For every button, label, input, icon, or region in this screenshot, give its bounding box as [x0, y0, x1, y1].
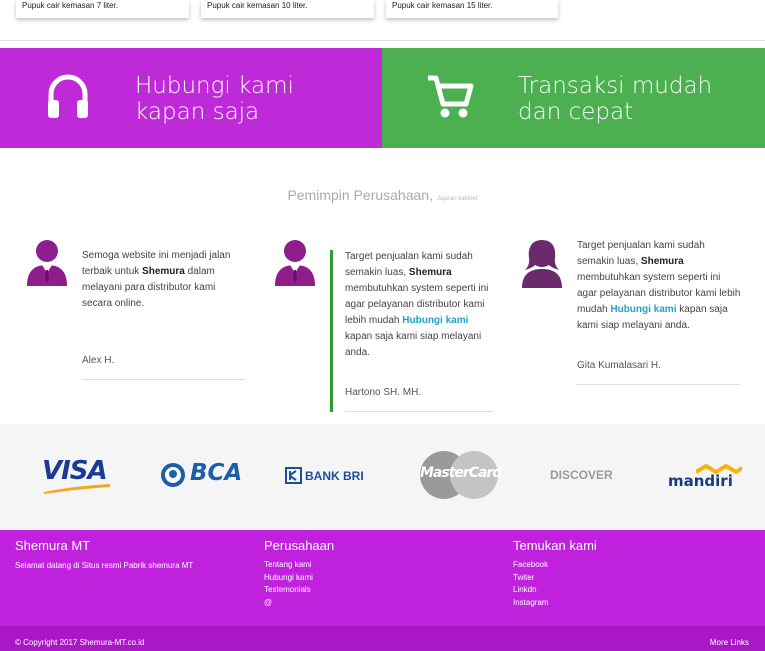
testimonial-author: Alex H.	[82, 355, 115, 366]
testimonial-hartono: Target penjualan kami sudah semakin luas…	[255, 230, 510, 415]
footer-link-linkedin[interactable]: Linkdn	[513, 584, 549, 597]
more-links[interactable]: More Links	[710, 638, 749, 647]
leaders-title: Pemimpin Perusahaan,	[287, 187, 433, 203]
footer-brand-title: Shemura MT	[15, 538, 91, 553]
product-desc: Pupuk cair kemasan 10 liter.	[207, 1, 308, 10]
testimonial-author: Hartono SH. MH.	[345, 387, 422, 398]
footer-link-at[interactable]: @	[264, 597, 313, 610]
contact-banner: Hubungi kami kapan saja	[0, 48, 382, 148]
leaders-heading: Pemimpin Perusahaan, Jajaran kabinet	[0, 187, 765, 203]
mastercard-logo: MasterCard	[418, 450, 502, 500]
contact-link[interactable]: Hubungi kami	[610, 304, 676, 315]
transaction-banner-text: Transaksi mudah dan cepat	[518, 73, 713, 125]
bca-logo: BCA	[160, 460, 242, 488]
divider	[345, 411, 493, 412]
contact-banner-text: Hubungi kami kapan saja	[135, 73, 294, 125]
avatar-male-icon	[275, 240, 315, 286]
leaders-subtitle: Jajaran kabinet	[436, 196, 478, 202]
product-card-15l[interactable]: Pupuk cair kemasan 15 liter.	[386, 0, 558, 18]
testimonial-quote: Target penjualan kami sudah semakin luas…	[577, 240, 741, 331]
testimonial-author: Gita Kumalasari H.	[577, 360, 661, 371]
avatar-male-icon	[27, 240, 67, 286]
bank-bri-logo: BANK BRI	[285, 467, 365, 485]
green-accent-bar	[330, 250, 333, 412]
testimonial-quote: Semoga website ini menjadi jalan terbaik…	[82, 250, 231, 309]
copyright-text: © Copyright 2017 Shemura-MT.co.id	[15, 638, 145, 647]
mandiri-logo: mandiri	[668, 464, 744, 490]
footer-company-links: Tentang kami Hubungi kami Testemonials @	[264, 559, 313, 609]
footer-company-title: Perusahaan	[264, 538, 335, 553]
copyright-bar: © Copyright 2017 Shemura-MT.co.id More L…	[0, 626, 765, 651]
divider	[577, 384, 740, 385]
footer-link-testimonials[interactable]: Testemonials	[264, 584, 313, 597]
testimonial-alex: Semoga website ini menjadi jalan terbaik…	[0, 230, 255, 390]
product-desc: Pupuk cair kemasan 7 liter.	[22, 1, 119, 10]
avatar-female-icon	[522, 240, 562, 288]
testimonial-gita: Target penjualan kami sudah semakin luas…	[510, 230, 765, 390]
product-card-10l[interactable]: Pupuk cair kemasan 10 liter.	[201, 0, 374, 18]
shopping-cart-icon	[428, 75, 474, 118]
footer-link-instagram[interactable]: Instagram	[513, 597, 549, 610]
footer-link-twitter[interactable]: Twiter	[513, 572, 549, 585]
discover-logo: DISCOVER	[550, 468, 613, 482]
visa-logo: VISA	[42, 456, 114, 496]
payment-logos: VISA BCA BANK BRI MasterCard DISCOVER ma…	[0, 424, 765, 530]
headphones-icon	[48, 74, 88, 118]
footer-social-title: Temukan kami	[513, 538, 597, 553]
divider	[82, 379, 245, 380]
product-strip: Pupuk cair kemasan 7 liter. Pupuk cair k…	[0, 0, 765, 41]
footer: Shemura MT Selamat datang di Situs resmi…	[0, 530, 765, 626]
footer-link-tentang[interactable]: Tentang kami	[264, 559, 313, 572]
footer-social-links: Facebook Twiter Linkdn Instagram	[513, 559, 549, 609]
product-card-7l[interactable]: Pupuk cair kemasan 7 liter.	[16, 0, 189, 18]
footer-link-facebook[interactable]: Facebook	[513, 559, 549, 572]
contact-link[interactable]: Hubungi kami	[402, 315, 468, 326]
footer-link-hubungi[interactable]: Hubungi kami	[264, 572, 313, 585]
testimonial-quote: Target penjualan kami sudah semakin luas…	[345, 251, 489, 358]
product-desc: Pupuk cair kemasan 15 liter.	[392, 1, 493, 10]
footer-welcome-text: Selamat datang di Situs resmi Pabrik she…	[15, 561, 194, 570]
transaction-banner: Transaksi mudah dan cepat	[382, 48, 765, 148]
